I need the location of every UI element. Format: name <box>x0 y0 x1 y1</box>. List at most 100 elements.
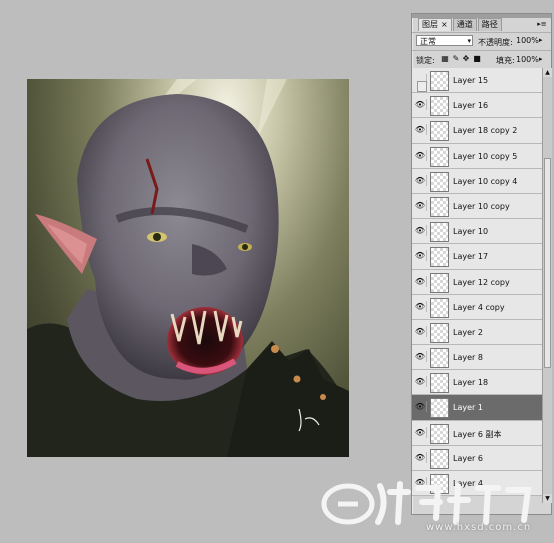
layer-name: Layer 6 副本 <box>453 429 502 439</box>
layer-row[interactable]: 👁 Layer 4 copy <box>412 294 542 320</box>
eye-icon[interactable]: 👁 <box>414 300 427 312</box>
layer-thumbnail <box>430 196 449 217</box>
layer-name: Layer 10 copy 5 <box>453 151 518 161</box>
layer-thumbnail <box>430 373 449 394</box>
scroll-thumb[interactable] <box>544 158 551 368</box>
layer-list-scrollbar[interactable]: ▲ ▼ <box>542 68 552 503</box>
layer-name: Layer 10 copy <box>453 201 510 211</box>
eye-icon[interactable]: 👁 <box>414 401 427 413</box>
eye-icon[interactable]: 👁 <box>414 426 427 438</box>
eye-icon[interactable]: 👁 <box>414 250 427 262</box>
layer-name: Layer 18 <box>453 378 489 388</box>
tab-paths-label: 路径 <box>481 20 498 29</box>
layer-row[interactable]: 👁 Layer 10 copy 4 <box>412 168 542 194</box>
eye-icon[interactable]: 👁 <box>414 451 427 463</box>
layer-name: Layer 10 copy 4 <box>453 176 518 186</box>
layer-row[interactable]: 👁 Layer 10 <box>412 219 542 245</box>
layer-row[interactable]: 👁 Layer 1 <box>412 395 542 421</box>
layer-thumbnail <box>430 71 449 91</box>
visibility-off-box[interactable] <box>414 74 427 92</box>
lock-all-icon[interactable]: ■ <box>473 55 481 63</box>
tab-layers[interactable]: 图层 × <box>418 18 452 31</box>
lock-label: 锁定: <box>416 56 435 65</box>
orc-artwork <box>27 79 349 457</box>
layer-row[interactable]: 👁 Layer 8 <box>412 345 542 371</box>
layer-row[interactable]: 👁 Layer 18 <box>412 370 542 396</box>
panel-tabs: 图层 × 通道 路径 <box>418 18 503 31</box>
opacity-field[interactable]: 100% <box>516 36 539 45</box>
layer-thumbnail <box>430 171 449 192</box>
document-canvas[interactable] <box>27 79 349 457</box>
panel-menu-icon[interactable]: ▸≡ <box>537 20 547 28</box>
chevron-down-icon: ▾ <box>467 37 471 45</box>
layers-panel: 图层 × 通道 路径 ▸≡ 正常 ▾ 不透明度: 100% ▸ 锁定: ▦ ✎ ✥… <box>411 13 552 515</box>
eye-icon[interactable]: 👁 <box>414 325 427 337</box>
eye-icon[interactable]: 👁 <box>414 99 427 111</box>
layer-row[interactable]: 👁 Layer 12 copy <box>412 269 542 295</box>
layer-thumbnail <box>430 398 449 419</box>
layer-name: Layer 2 <box>453 327 483 337</box>
layer-row[interactable]: 👁 Layer 17 <box>412 244 542 270</box>
layer-name: Layer 15 <box>453 76 489 85</box>
layer-thumbnail <box>430 146 449 167</box>
watermark-url: www.hxsd.com.cn <box>426 522 532 533</box>
layer-thumbnail <box>430 96 449 117</box>
eye-icon[interactable]: 👁 <box>414 124 427 136</box>
opacity-label: 不透明度: <box>478 38 513 47</box>
layer-row[interactable]: 👁 Layer 10 copy <box>412 193 542 220</box>
eye-icon[interactable]: 👁 <box>414 149 427 161</box>
close-icon[interactable]: × <box>441 20 448 29</box>
blend-mode-select[interactable]: 正常 ▾ <box>416 35 473 46</box>
layer-thumbnail <box>430 423 449 444</box>
layer-row[interactable]: Layer 15 <box>412 68 542 94</box>
blend-mode-value: 正常 <box>420 37 436 46</box>
fill-label: 填充: <box>496 56 515 65</box>
lock-move-icon[interactable]: ✥ <box>462 55 470 63</box>
fill-field[interactable]: 100% <box>516 55 539 64</box>
layer-name: Layer 8 <box>453 353 483 363</box>
layer-thumbnail <box>430 348 449 369</box>
site-watermark: www.hxsd.com.cn <box>318 478 548 538</box>
layer-thumbnail <box>430 222 449 243</box>
layer-name: Layer 1 <box>453 403 483 413</box>
tab-layers-label: 图层 <box>422 20 438 29</box>
blend-opacity-row: 正常 ▾ 不透明度: 100% ▸ <box>412 32 551 50</box>
layer-row[interactable]: 👁 Layer 6 副本 <box>412 420 542 446</box>
lock-brush-icon[interactable]: ✎ <box>452 55 460 63</box>
layer-row[interactable]: 👁 Layer 2 <box>412 319 542 346</box>
eye-icon[interactable]: 👁 <box>414 351 427 363</box>
layer-name: Layer 4 copy <box>453 302 505 312</box>
opacity-slider-arrow-icon[interactable]: ▸ <box>539 36 543 44</box>
layer-name: Layer 10 <box>453 227 489 237</box>
eye-icon[interactable]: 👁 <box>414 275 427 287</box>
lock-transparency-icon[interactable]: ▦ <box>441 55 449 63</box>
tab-channels[interactable]: 通道 <box>452 18 477 31</box>
layer-thumbnail <box>430 297 449 318</box>
eye-icon[interactable]: 👁 <box>414 376 427 388</box>
layer-name: Layer 17 <box>453 252 489 262</box>
layer-thumbnail <box>430 272 449 293</box>
layer-thumbnail <box>430 121 449 142</box>
lock-fill-row: 锁定: ▦ ✎ ✥ ■ 填充: 100% ▸ <box>412 50 551 68</box>
layer-thumbnail <box>430 322 449 343</box>
layer-name: Layer 6 <box>453 453 483 463</box>
eye-icon[interactable]: 👁 <box>414 199 427 211</box>
fill-slider-arrow-icon[interactable]: ▸ <box>539 55 543 63</box>
layer-name: Layer 18 copy 2 <box>453 126 518 136</box>
scroll-up-icon[interactable]: ▲ <box>543 68 552 77</box>
eye-icon[interactable]: 👁 <box>414 225 427 237</box>
layer-row[interactable]: 👁 Layer 10 copy 5 <box>412 143 542 169</box>
layer-row[interactable]: 👁 Layer 18 copy 2 <box>412 118 542 144</box>
layer-name: Layer 16 <box>453 101 489 111</box>
layer-thumbnail <box>430 247 449 268</box>
eye-icon[interactable]: 👁 <box>414 174 427 186</box>
watermark-logo-icon <box>321 481 532 525</box>
layer-row[interactable]: 👁 Layer 16 <box>412 93 542 119</box>
layer-thumbnail <box>430 448 449 469</box>
empty-visibility-icon <box>417 81 427 92</box>
layer-row[interactable]: 👁 Layer 6 <box>412 445 542 471</box>
layer-list: Layer 15 👁 Layer 16 👁 Layer 18 copy 2 👁 Layer … <box>412 68 542 497</box>
tab-channels-label: 通道 <box>456 20 473 29</box>
tab-paths[interactable]: 路径 <box>477 18 502 31</box>
layer-name: Layer 12 copy <box>453 277 510 287</box>
